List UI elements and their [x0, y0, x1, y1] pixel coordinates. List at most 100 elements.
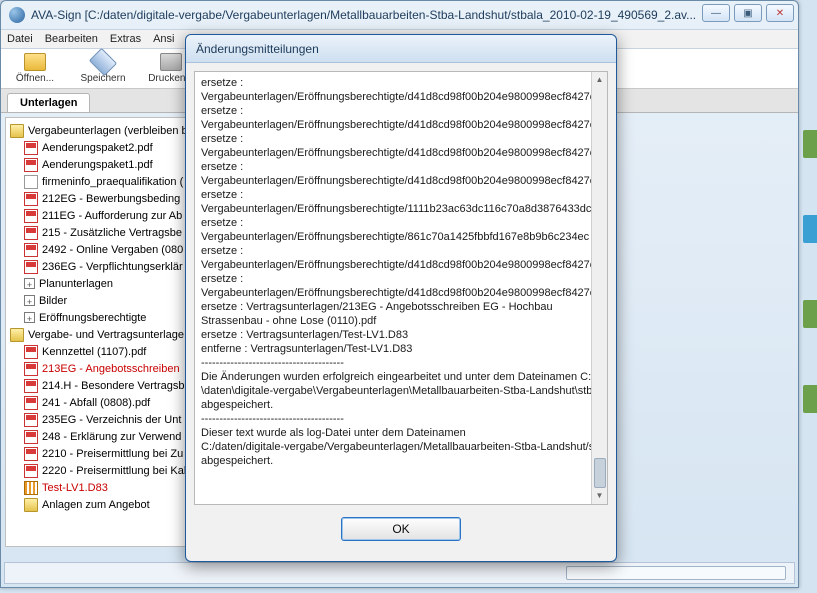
menu-datei[interactable]: Datei	[7, 33, 33, 45]
dialog-line: Vergabeunterlagen/Eröffnungsberechtigte/…	[201, 174, 601, 188]
pdf-icon	[24, 345, 38, 359]
tree-item-label: 235EG - Verzeichnis der Unt	[42, 414, 181, 426]
tree-item-label: 213EG - Angebotsschreiben	[42, 363, 180, 375]
tree-item-label: firmeninfo_praequalifikation (	[42, 176, 183, 188]
dialog-title: Änderungsmitteilungen	[196, 42, 319, 56]
progressbar	[566, 566, 786, 580]
pdf-icon	[24, 209, 38, 223]
menu-ansicht[interactable]: Ansi	[153, 33, 174, 45]
titlebar[interactable]: AVA-Sign [C:/daten/digitale-vergabe/Verg…	[1, 1, 798, 29]
tree-item-label: 2220 - Preisermittlung bei Kal	[42, 465, 186, 477]
folder-icon	[10, 328, 24, 342]
dialog-line: Vergabeunterlagen/Eröffnungsberechtigte/…	[201, 90, 601, 104]
plus-icon: +	[24, 278, 35, 289]
tree-item-label: Vergabe- und Vertragsunterlage	[28, 329, 184, 341]
scroll-down-icon[interactable]: ▼	[592, 488, 607, 504]
tree-item-label: Bilder	[39, 295, 67, 307]
open-label: Öffnen...	[16, 73, 54, 84]
dialog-line: ---------------------------------------	[201, 356, 601, 370]
minimize-button[interactable]: —	[702, 4, 730, 22]
pdf-icon	[24, 464, 38, 478]
dialog-line: Die Änderungen wurden erfolgreich eingea…	[201, 370, 601, 384]
tree-item-label: Vergabeunterlagen (verbleiben be	[28, 125, 194, 137]
dialog-line: Vergabeunterlagen/Eröffnungsberechtigte/…	[201, 202, 601, 216]
pdf-icon	[24, 192, 38, 206]
save-button[interactable]: Speichern	[77, 53, 129, 84]
txt-icon	[24, 175, 38, 189]
tree-item-label: 241 - Abfall (0808).pdf	[42, 397, 150, 409]
dialog-line: ersetze :	[201, 272, 601, 286]
pdf-icon	[24, 447, 38, 461]
dialog-line: ersetze : Vertragsunterlagen/213EG - Ang…	[201, 300, 601, 314]
tree-item-label: 2492 - Online Vergaben (080	[42, 244, 183, 256]
change-notifications-dialog: Änderungsmitteilungen ersetze :Vergabeun…	[185, 34, 617, 562]
app-icon	[9, 7, 25, 23]
dialog-line: abgespeichert.	[201, 454, 601, 468]
dialog-line: Strassenbau - ohne Lose (0110).pdf	[201, 314, 601, 328]
dialog-line: Vergabeunterlagen/Eröffnungsberechtigte/…	[201, 118, 601, 132]
dialog-line: Vergabeunterlagen/Eröffnungsberechtigte/…	[201, 146, 601, 160]
dialog-line: \daten\digitale-vergabe\Vergabeunterlage…	[201, 384, 601, 398]
maximize-button[interactable]: ▣	[734, 4, 762, 22]
pdf-icon	[24, 260, 38, 274]
dialog-line: ersetze :	[201, 244, 601, 258]
pdf-icon	[24, 362, 38, 376]
tree-item-label: Aenderungspaket2.pdf	[42, 142, 153, 154]
print-icon	[160, 53, 182, 71]
dialog-textarea[interactable]: ersetze :Vergabeunterlagen/Eröffnungsber…	[194, 71, 608, 505]
pdf-icon	[24, 396, 38, 410]
tree-item-label: Planunterlagen	[39, 278, 113, 290]
tree-item-label: Kennzettel (1107).pdf	[42, 346, 146, 358]
statusbar	[4, 562, 795, 584]
dialog-line: ersetze :	[201, 188, 601, 202]
plus-icon: +	[24, 295, 35, 306]
pdf-icon	[24, 413, 38, 427]
pdf-icon	[24, 226, 38, 240]
close-button[interactable]: ✕	[766, 4, 794, 22]
scroll-up-icon[interactable]: ▲	[592, 72, 607, 88]
tree-item-label: 2210 - Preisermittlung bei Zu	[42, 448, 183, 460]
special-icon	[24, 481, 38, 495]
dialog-line: ersetze : Vertragsunterlagen/Test-LV1.D8…	[201, 328, 601, 342]
tree-item-label: 214.H - Besondere Vertragsb	[42, 380, 184, 392]
dialog-line: Vergabeunterlagen/Eröffnungsberechtigte/…	[201, 286, 601, 300]
tree-item-label: Test-LV1.D83	[42, 482, 108, 494]
tree-item-label: 212EG - Bewerbungsbeding	[42, 193, 180, 205]
pdf-icon	[24, 158, 38, 172]
open-folder-icon	[24, 53, 46, 71]
tree-item-label: 248 - Erklärung zur Verwend	[42, 431, 181, 443]
dialog-line: Vergabeunterlagen/Eröffnungsberechtigte/…	[201, 258, 601, 272]
dialog-line: ersetze :	[201, 160, 601, 174]
pdf-icon	[24, 379, 38, 393]
plus-icon: +	[24, 312, 35, 323]
open-button[interactable]: Öffnen...	[9, 53, 61, 84]
save-icon	[89, 48, 117, 76]
dialog-line: ersetze :	[201, 76, 601, 90]
dialog-titlebar[interactable]: Änderungsmitteilungen	[186, 35, 616, 63]
pdf-icon	[24, 141, 38, 155]
scroll-thumb[interactable]	[594, 458, 606, 488]
tab-unterlagen[interactable]: Unterlagen	[7, 93, 90, 112]
ok-button[interactable]: OK	[341, 517, 461, 541]
menu-extras[interactable]: Extras	[110, 33, 141, 45]
tree-item-label: Anlagen zum Angebot	[42, 499, 150, 511]
dialog-line: abgespeichert.	[201, 398, 601, 412]
tree-item-label: 211EG - Aufforderung zur Ab	[42, 210, 182, 222]
tree-item-label: 215 - Zusätzliche Vertragsbe	[42, 227, 182, 239]
folder-icon	[24, 498, 38, 512]
dialog-line: ersetze :	[201, 104, 601, 118]
dialog-line: ---------------------------------------	[201, 412, 601, 426]
window-title: AVA-Sign [C:/daten/digitale-vergabe/Verg…	[31, 8, 696, 22]
tree-item-label: 236EG - Verpflichtungserklär	[42, 261, 183, 273]
dialog-line: ersetze :	[201, 132, 601, 146]
dialog-line: ersetze :	[201, 216, 601, 230]
tree-item-label: Eröffnungsberechtigte	[39, 312, 146, 324]
dialog-line: entferne : Vertragsunterlagen/Test-LV1.D…	[201, 342, 601, 356]
tree-item-label: Aenderungspaket1.pdf	[42, 159, 153, 171]
dialog-line: Dieser text wurde als log-Datei unter de…	[201, 426, 601, 440]
dialog-line: C:/daten/digitale-vergabe/Vergabeunterla…	[201, 440, 601, 454]
scrollbar[interactable]: ▲ ▼	[591, 72, 607, 504]
folder-icon	[10, 124, 24, 138]
dialog-line: Vergabeunterlagen/Eröffnungsberechtigte/…	[201, 230, 601, 244]
menu-bearbeiten[interactable]: Bearbeiten	[45, 33, 98, 45]
